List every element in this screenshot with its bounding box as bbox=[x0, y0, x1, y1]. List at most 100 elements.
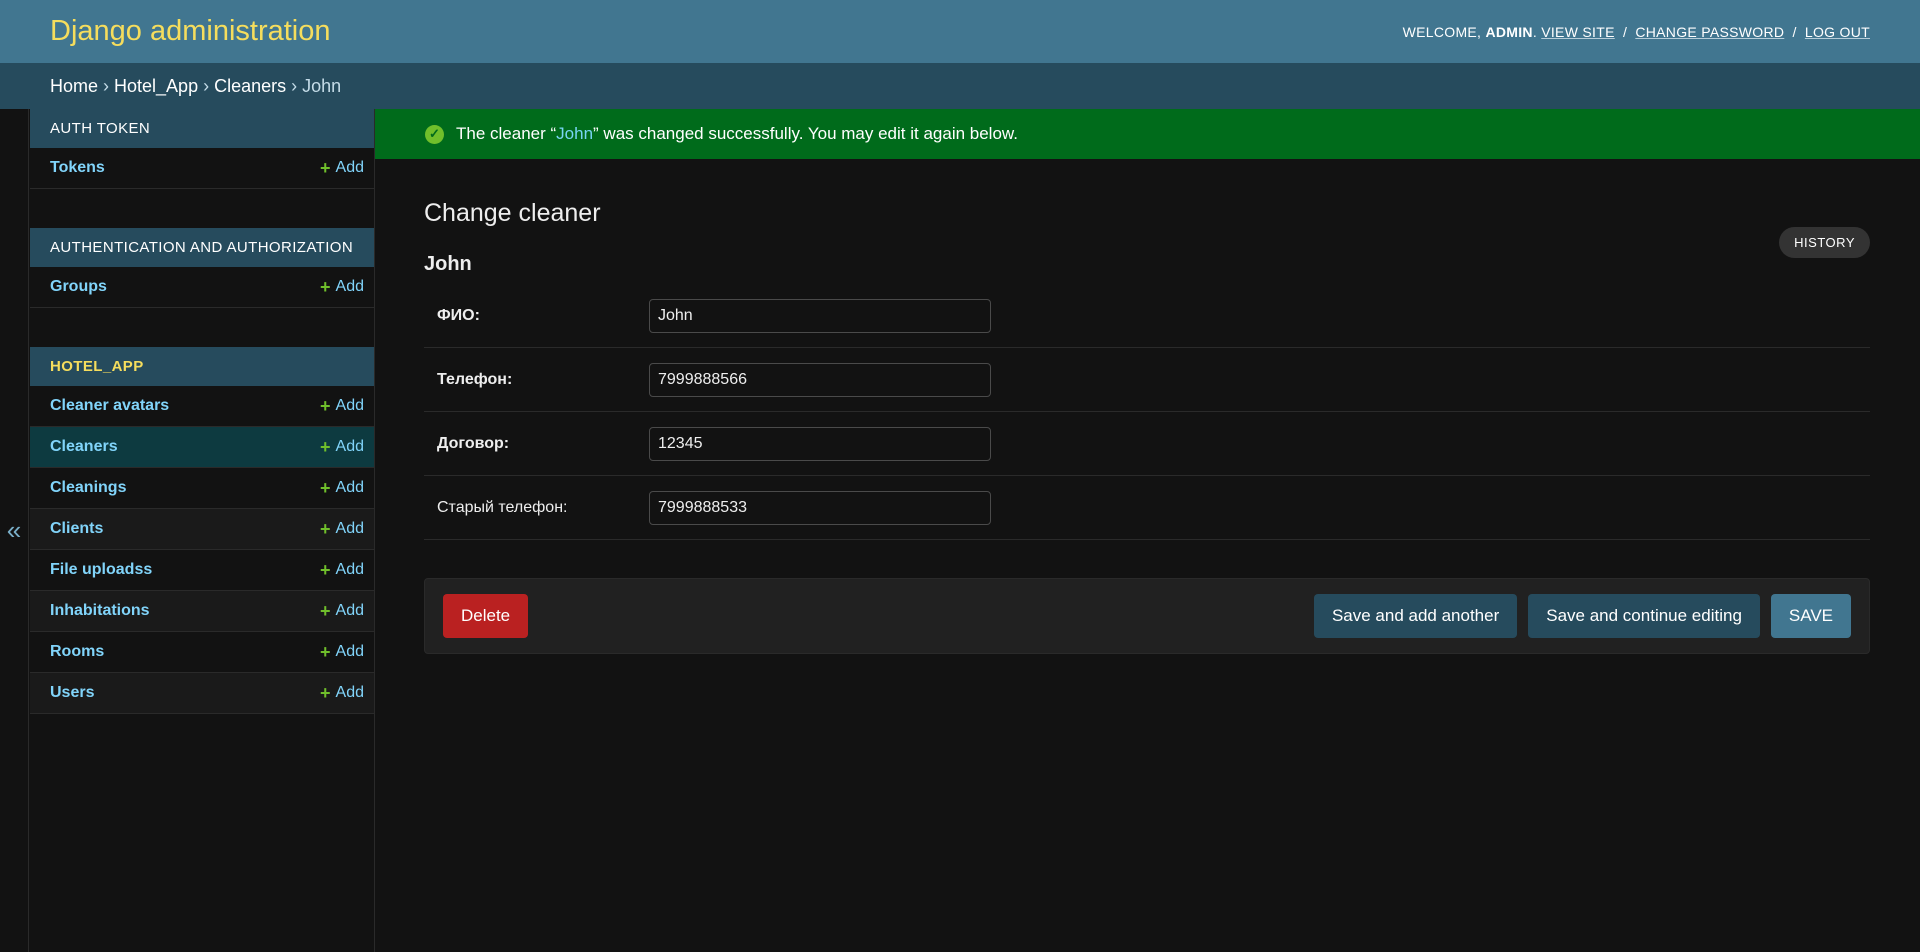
sidebar-item-cleanings: Cleanings + Add bbox=[30, 468, 374, 509]
separator: / bbox=[1622, 23, 1628, 40]
sidebar-item-clients: Clients + Add bbox=[30, 509, 374, 550]
log-out-link[interactable]: LOG OUT bbox=[1805, 24, 1870, 40]
model-link[interactable]: Cleaner avatars bbox=[50, 397, 169, 415]
breadcrumb-separator: › bbox=[103, 75, 110, 96]
sidebar-toggle-button[interactable]: « bbox=[0, 109, 29, 952]
plus-icon: + bbox=[320, 276, 331, 297]
form-row-contract: Договор: bbox=[424, 412, 1870, 476]
site-branding[interactable]: Django administration bbox=[50, 15, 330, 48]
plus-icon: + bbox=[320, 518, 331, 539]
module-hotel-app: Hotel_App Cleaner avatars + Add Cleaners … bbox=[30, 347, 374, 714]
plus-icon: + bbox=[320, 395, 331, 416]
module-caption[interactable]: Authentication and Authorization bbox=[30, 228, 374, 267]
plus-icon: + bbox=[320, 559, 331, 580]
breadcrumb: Home › Hotel_App › Cleaners › John bbox=[0, 63, 1920, 109]
breadcrumb-separator: › bbox=[203, 75, 210, 96]
model-link[interactable]: Clients bbox=[50, 520, 103, 538]
fio-field[interactable] bbox=[649, 298, 991, 333]
plus-icon: + bbox=[320, 157, 331, 178]
welcome-period: . bbox=[1532, 23, 1538, 40]
breadcrumb-app[interactable]: Hotel_App bbox=[114, 76, 198, 97]
field-label: ФИО: bbox=[437, 306, 480, 324]
save-and-continue-button[interactable]: Save and continue editing bbox=[1528, 594, 1760, 638]
model-link[interactable]: Cleanings bbox=[50, 479, 126, 497]
module-caption[interactable]: Hotel_App bbox=[30, 347, 374, 386]
model-link[interactable]: Rooms bbox=[50, 643, 104, 661]
contract-field[interactable] bbox=[649, 426, 991, 461]
plus-icon: + bbox=[320, 436, 331, 457]
add-link[interactable]: + Add bbox=[320, 277, 364, 298]
add-label: Add bbox=[335, 643, 364, 660]
plus-icon: + bbox=[320, 641, 331, 662]
history-button[interactable]: History bbox=[1779, 227, 1870, 258]
breadcrumb-current: John bbox=[302, 75, 342, 96]
sidebar-item-users: Users + Add bbox=[30, 673, 374, 714]
sidebar: Auth Token Tokens + Add Authentication an… bbox=[30, 109, 375, 952]
double-chevron-left-icon: « bbox=[6, 515, 22, 545]
form-row-fio: ФИО: bbox=[424, 284, 1870, 348]
breadcrumb-model[interactable]: Cleaners bbox=[214, 76, 286, 97]
field-label: Старый телефон: bbox=[437, 498, 568, 516]
add-label: Add bbox=[335, 602, 364, 619]
change-password-link[interactable]: CHANGE PASSWORD bbox=[1635, 24, 1784, 40]
model-link[interactable]: Groups bbox=[50, 278, 107, 296]
welcome-text: WELCOME, bbox=[1402, 23, 1486, 40]
check-circle-icon: ✓ bbox=[425, 124, 444, 144]
save-and-add-another-button[interactable]: Save and add another bbox=[1313, 594, 1518, 638]
username: ADMIN bbox=[1485, 23, 1533, 40]
plus-icon: + bbox=[320, 600, 331, 621]
module-auth-token: Auth Token Tokens + Add bbox=[30, 109, 374, 189]
add-link[interactable]: + Add bbox=[320, 158, 364, 179]
add-link[interactable]: + Add bbox=[320, 396, 364, 417]
separator: / bbox=[1792, 23, 1797, 40]
sidebar-item-cleaner-avatars: Cleaner avatars + Add bbox=[30, 386, 374, 427]
submit-row: Delete Save and add another Save and con… bbox=[424, 578, 1870, 654]
form-row-phone: Телефон: bbox=[424, 348, 1870, 412]
form-row-old-phone: Старый телефон: bbox=[424, 476, 1870, 540]
delete-button[interactable]: Delete bbox=[443, 594, 529, 638]
add-link[interactable]: + Add bbox=[320, 683, 364, 704]
model-link[interactable]: Tokens bbox=[50, 159, 105, 177]
add-label: Add bbox=[335, 520, 364, 537]
success-message: ✓ The cleaner “John” was changed success… bbox=[375, 109, 1920, 159]
object-title: John bbox=[424, 253, 472, 275]
model-link[interactable]: Inhabitations bbox=[50, 602, 150, 620]
module-authentication: Authentication and Authorization Groups … bbox=[30, 228, 374, 308]
field-label: Телефон: bbox=[437, 370, 513, 388]
old-phone-field[interactable] bbox=[649, 490, 991, 525]
module-caption[interactable]: Auth Token bbox=[30, 109, 374, 148]
save-actions: Save and add another Save and continue e… bbox=[1313, 594, 1851, 638]
add-link[interactable]: + Add bbox=[320, 601, 364, 622]
sidebar-item-tokens: Tokens + Add bbox=[30, 148, 374, 189]
add-label: Add bbox=[335, 397, 364, 414]
model-link[interactable]: Cleaners bbox=[50, 438, 118, 456]
sidebar-item-rooms: Rooms + Add bbox=[30, 632, 374, 673]
save-button[interactable]: Save bbox=[1770, 594, 1851, 638]
message-prefix: The cleaner “ bbox=[456, 124, 557, 143]
add-label: Add bbox=[335, 479, 364, 496]
user-tools: WELCOME, ADMIN. VIEW SITE / CHANGE PASSW… bbox=[1403, 24, 1870, 40]
plus-icon: + bbox=[320, 477, 331, 498]
model-link[interactable]: Users bbox=[50, 684, 94, 702]
add-label: Add bbox=[335, 159, 364, 176]
sidebar-item-inhabitations: Inhabitations + Add bbox=[30, 591, 374, 632]
add-label: Add bbox=[335, 684, 364, 701]
plus-icon: + bbox=[320, 682, 331, 703]
sidebar-item-file-uploadss: File uploadss + Add bbox=[30, 550, 374, 591]
sidebar-item-cleaners: Cleaners + Add bbox=[30, 427, 374, 468]
header: Django administration WELCOME, ADMIN. VI… bbox=[0, 0, 1920, 63]
add-link[interactable]: + Add bbox=[320, 560, 364, 581]
phone-field[interactable] bbox=[649, 362, 991, 397]
message-object-link[interactable]: John bbox=[556, 124, 593, 144]
add-link[interactable]: + Add bbox=[320, 519, 364, 540]
breadcrumb-home[interactable]: Home bbox=[50, 76, 98, 97]
add-link[interactable]: + Add bbox=[320, 437, 364, 458]
view-site-link[interactable]: VIEW SITE bbox=[1541, 24, 1615, 40]
message-suffix: ” was changed successfully. You may edit… bbox=[593, 124, 1018, 143]
sidebar-item-groups: Groups + Add bbox=[30, 267, 374, 308]
add-link[interactable]: + Add bbox=[320, 478, 364, 499]
page-title: Change cleaner bbox=[424, 199, 601, 227]
model-link[interactable]: File uploadss bbox=[50, 561, 152, 579]
change-form: ФИО: Телефон: Договор: Старый телефон: bbox=[424, 284, 1870, 540]
add-link[interactable]: + Add bbox=[320, 642, 364, 663]
